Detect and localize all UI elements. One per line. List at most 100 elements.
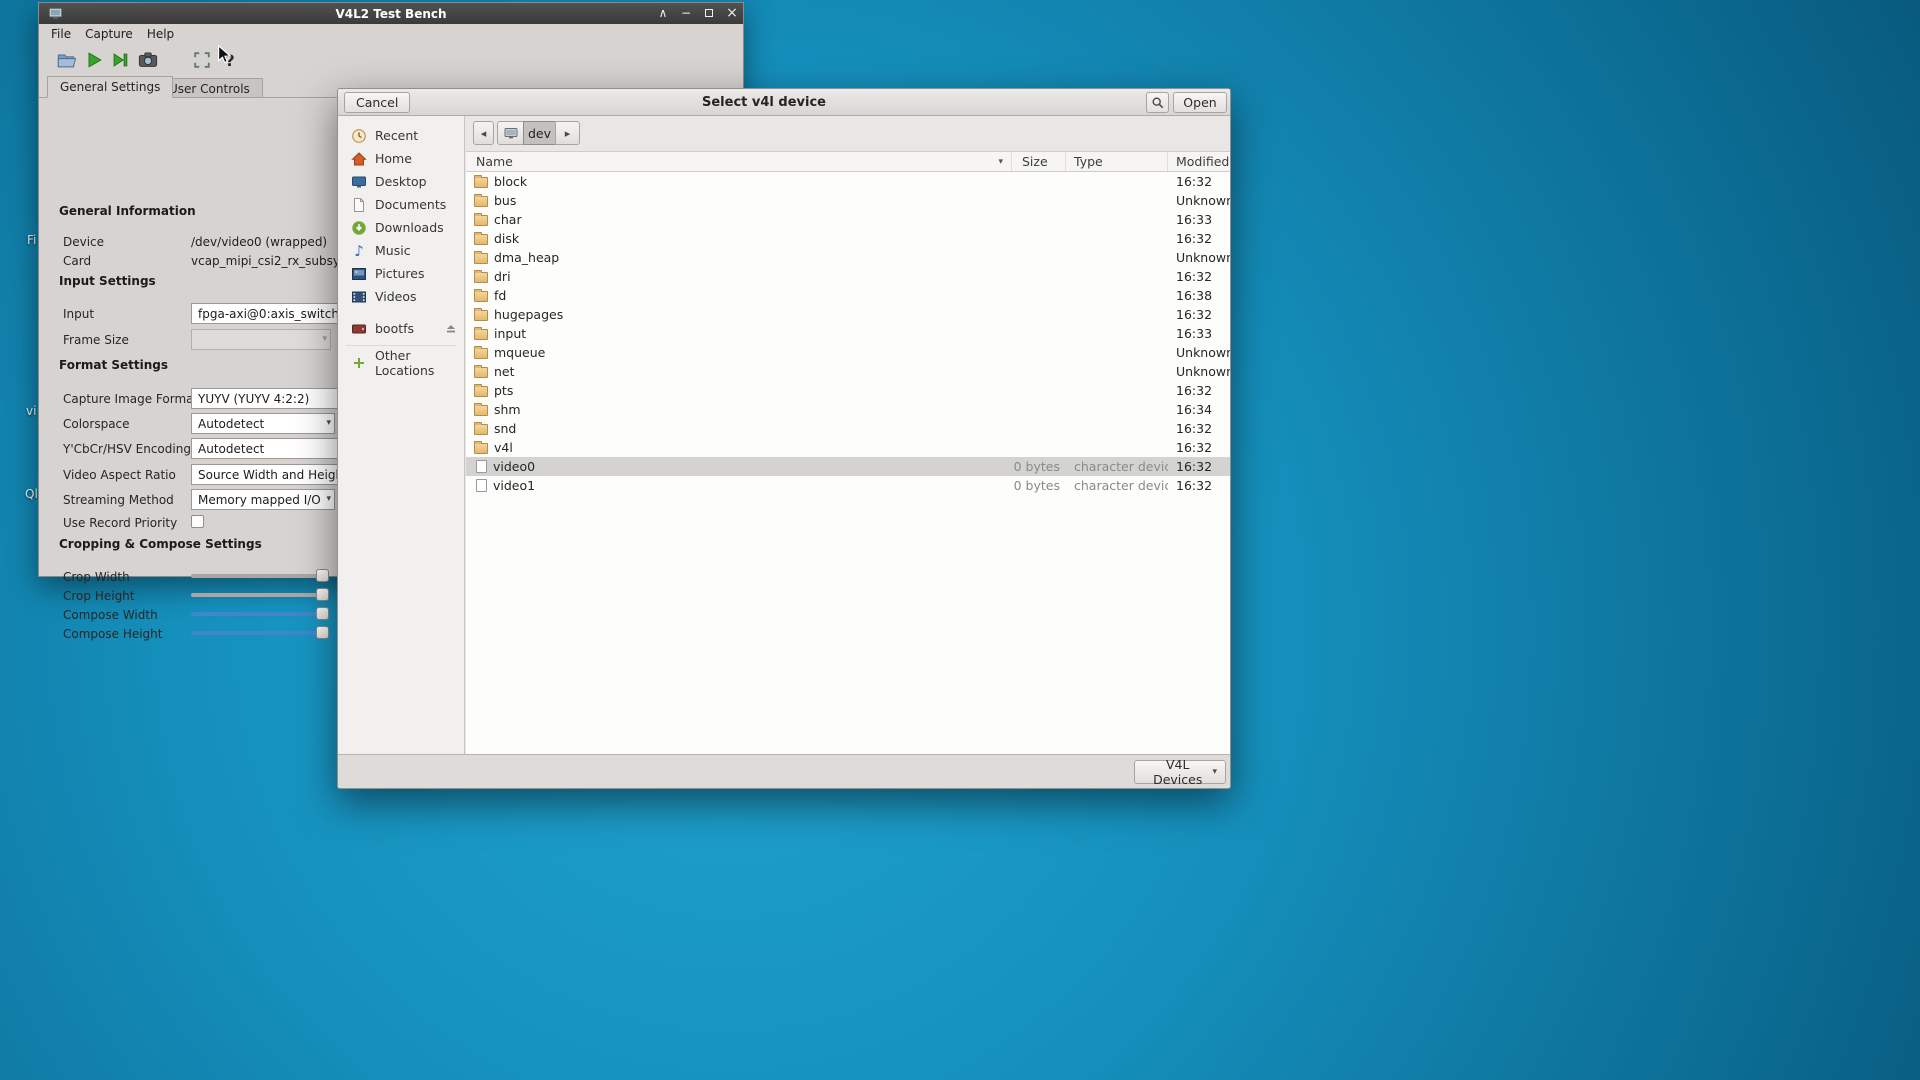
file-type-icon: [476, 460, 487, 473]
colorspace-combo[interactable]: Autodetect▾: [191, 413, 335, 434]
chevron-down-icon: ▾: [322, 334, 327, 344]
file-type: character device: [1066, 478, 1168, 493]
maximize-button[interactable]: [702, 3, 716, 24]
sidebar-item-videos[interactable]: Videos: [338, 285, 464, 308]
file-row[interactable]: char 16:33: [466, 210, 1230, 229]
sidebar-item-downloads[interactable]: Downloads: [338, 216, 464, 239]
sidebar-item-desktop[interactable]: Desktop: [338, 170, 464, 193]
mouse-cursor: [214, 44, 236, 66]
sidebar-item-pictures[interactable]: Pictures: [338, 262, 464, 285]
file-row[interactable]: dri 16:32: [466, 267, 1230, 286]
eject-icon[interactable]: [445, 323, 457, 335]
column-header-modified[interactable]: Modified: [1168, 152, 1230, 171]
desktop-icon-label[interactable]: Fi: [27, 233, 36, 247]
tab-general-settings[interactable]: General Settings: [47, 76, 173, 98]
close-button[interactable]: ×: [725, 3, 739, 24]
crop-width-slider[interactable]: [191, 574, 323, 578]
file-name: hugepages: [494, 307, 563, 322]
sidebar-item-other-locations[interactable]: Other Locations: [338, 351, 464, 374]
crop-height-slider[interactable]: [191, 593, 323, 597]
file-type-icon: [474, 234, 488, 245]
file-row[interactable]: video0 0 bytes character device 16:32: [466, 457, 1230, 476]
file-row[interactable]: fd 16:38: [466, 286, 1230, 305]
step-forward-icon: [110, 50, 130, 70]
open-button[interactable]: Open: [1173, 92, 1227, 113]
fullscreen-icon: [192, 50, 212, 70]
minimize-button[interactable]: −: [679, 3, 693, 24]
column-header-type[interactable]: Type: [1066, 152, 1168, 171]
titlebar[interactable]: V4L2 Test Bench ∧ − ×: [39, 3, 743, 24]
streaming-method-combo[interactable]: Memory mapped I/O▾: [191, 489, 335, 510]
fullscreen-button[interactable]: [191, 49, 213, 71]
file-modified: 16:32: [1168, 383, 1230, 398]
file-row[interactable]: net Unknown: [466, 362, 1230, 381]
dialog-headerbar[interactable]: Cancel Select v4l device Open: [338, 89, 1230, 116]
back-button[interactable]: ◂: [473, 121, 494, 145]
cancel-button[interactable]: Cancel: [344, 92, 410, 113]
menu-capture[interactable]: Capture: [78, 24, 140, 44]
camera-icon: [138, 50, 158, 70]
slider-handle[interactable]: [316, 607, 329, 620]
file-name: net: [494, 364, 515, 379]
download-icon: [351, 220, 367, 236]
path-forward-button[interactable]: ▸: [555, 121, 580, 145]
file-row[interactable]: dma_heap Unknown: [466, 248, 1230, 267]
column-header-name[interactable]: Name ▾: [466, 152, 1012, 171]
use-record-priority-checkbox[interactable]: [191, 515, 204, 528]
file-row[interactable]: video1 0 bytes character device 16:32: [466, 476, 1230, 495]
file-row[interactable]: pts 16:32: [466, 381, 1230, 400]
path-segment-dev[interactable]: dev: [523, 121, 556, 145]
sidebar-item-home[interactable]: Home: [338, 147, 464, 170]
file-name: input: [494, 326, 526, 341]
sidebar-item-recent[interactable]: Recent: [338, 124, 464, 147]
file-filter-combo[interactable]: V4L Devices ▾: [1134, 760, 1226, 784]
file-row[interactable]: disk 16:32: [466, 229, 1230, 248]
input-label: Input: [63, 307, 94, 321]
compose-height-slider[interactable]: [191, 631, 323, 635]
section-general-information: General Information: [59, 204, 196, 218]
file-name: snd: [494, 421, 516, 436]
file-type-icon: [476, 479, 487, 492]
file-type-icon: [474, 310, 488, 321]
sidebar-item-music[interactable]: ♪ Music: [338, 239, 464, 262]
places-sidebar: Recent Home Desktop Documents Downloads …: [338, 116, 465, 754]
file-modified: Unknown: [1168, 193, 1230, 208]
file-row[interactable]: mqueue Unknown: [466, 343, 1230, 362]
file-row[interactable]: v4l 16:32: [466, 438, 1230, 457]
search-button[interactable]: [1146, 92, 1169, 113]
open-device-button[interactable]: [55, 49, 77, 71]
film-icon: [351, 289, 367, 305]
slider-handle[interactable]: [316, 569, 329, 582]
desktop-icon-label[interactable]: Ql: [25, 487, 38, 501]
compose-width-slider[interactable]: [191, 612, 323, 616]
shade-button[interactable]: ∧: [656, 3, 670, 24]
file-row[interactable]: shm 16:34: [466, 400, 1230, 419]
start-capture-button[interactable]: [83, 49, 105, 71]
slider-handle[interactable]: [316, 588, 329, 601]
file-name: dri: [494, 269, 511, 284]
section-cropping-compose: Cropping & Compose Settings: [59, 537, 262, 551]
snapshot-button[interactable]: [137, 49, 159, 71]
file-row[interactable]: hugepages 16:32: [466, 305, 1230, 324]
file-row[interactable]: snd 16:32: [466, 419, 1230, 438]
sidebar-item-documents[interactable]: Documents: [338, 193, 464, 216]
streaming-method-label: Streaming Method: [63, 493, 174, 507]
file-modified: 16:32: [1168, 269, 1230, 284]
step-capture-button[interactable]: [109, 49, 131, 71]
column-header-size[interactable]: Size: [1012, 152, 1066, 171]
file-row[interactable]: input 16:33: [466, 324, 1230, 343]
desktop-icon-label[interactable]: vi: [26, 404, 36, 418]
file-type-icon: [474, 367, 488, 378]
slider-handle[interactable]: [316, 626, 329, 639]
chevron-down-icon: ▾: [1212, 767, 1217, 777]
file-type-icon: [474, 291, 488, 302]
monitor-icon: [351, 174, 367, 190]
computer-location-button[interactable]: [497, 121, 524, 145]
file-type-icon: [474, 386, 488, 397]
file-row[interactable]: bus Unknown: [466, 191, 1230, 210]
file-name: mqueue: [494, 345, 545, 360]
menu-file[interactable]: File: [44, 24, 78, 44]
sidebar-item-bootfs[interactable]: bootfs: [338, 317, 464, 340]
menu-help[interactable]: Help: [140, 24, 181, 44]
file-row[interactable]: block 16:32: [466, 172, 1230, 191]
